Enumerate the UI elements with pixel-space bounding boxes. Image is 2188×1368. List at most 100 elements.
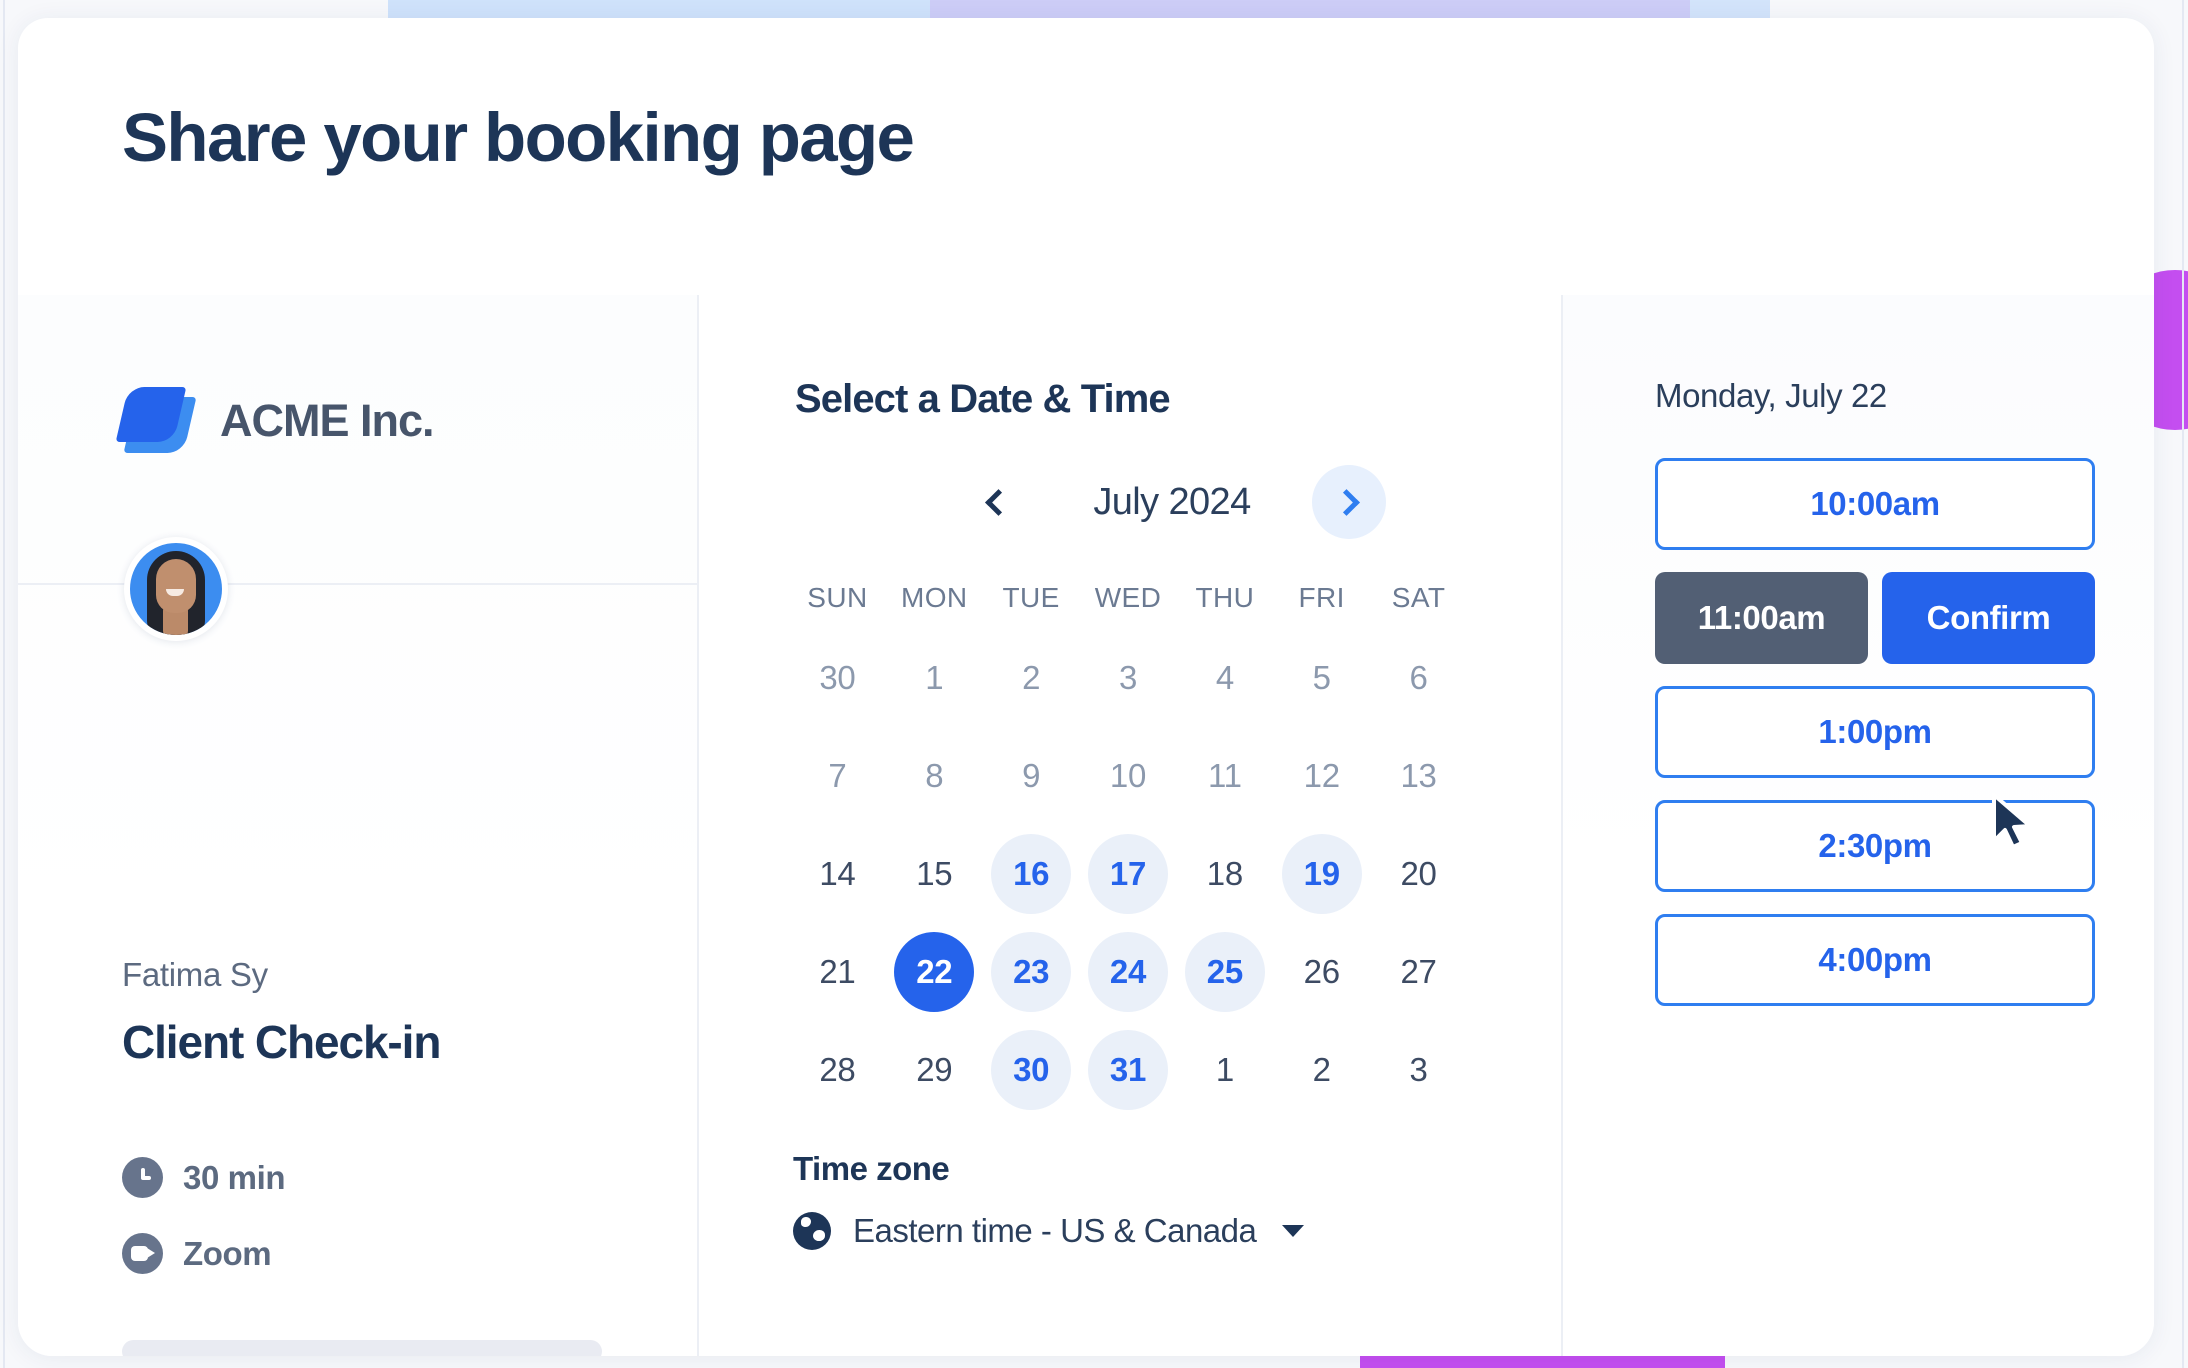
calendar-cell: 31 [1080,1021,1177,1119]
skeleton-line [122,1340,602,1356]
booking-page-card: Share your booking page ACME Inc. Fatima… [18,18,2154,1356]
date-time-panel: Select a Date & Time July 2024 SUN MON TUE… [699,295,1561,1356]
booking-columns: ACME Inc. Fatima Sy Client Check-in 30 m… [18,295,2154,1356]
calendar-day-unavailable: 14 [797,834,877,914]
avatar [124,537,228,641]
event-details-panel: ACME Inc. Fatima Sy Client Check-in 30 m… [18,295,697,1356]
calendar-cell: 1 [1176,1021,1273,1119]
calendar-day-unavailable: 12 [1282,736,1362,816]
calendar-day-unavailable: 9 [991,736,1071,816]
host-name: Fatima Sy [122,956,268,993]
calendar-cell: 13 [1370,727,1467,825]
clock-icon [122,1157,163,1198]
calendar-day-unavailable: 28 [797,1030,877,1110]
calendar-day-unavailable: 15 [894,834,974,914]
calendar-cell: 14 [789,825,886,923]
calendar-cell: 30 [983,1021,1080,1119]
calendar-day-available[interactable]: 25 [1184,932,1265,1012]
calendar-cell: 22 [886,923,983,1021]
calendar-day-available[interactable]: 31 [1087,1030,1168,1110]
day-of-week-header: THU [1195,582,1255,613]
video-camera-icon [122,1233,163,1274]
brand-name: ACME Inc. [220,395,435,446]
backdrop-edge-right [2182,0,2184,1368]
description-placeholder [122,1340,602,1356]
calendar-cell: 12 [1273,727,1370,825]
timezone-label: Time zone [793,1150,950,1187]
calendar-cell: 3 [1080,629,1177,727]
calendar-day-unavailable: 13 [1379,736,1459,816]
time-slot-button[interactable]: 2:30pm [1655,800,2095,892]
timezone-select[interactable]: Eastern time - US & Canada [793,1212,1305,1250]
calendar-cell: 21 [789,923,886,1021]
day-of-week-header: FRI [1298,582,1345,613]
day-of-week-header: WED [1094,582,1162,613]
time-slot-confirm-row: 11:00am Confirm [1655,572,2095,664]
confirm-button[interactable]: Confirm [1882,572,2095,664]
calendar-day-unavailable: 29 [894,1030,974,1110]
event-title: Client Check-in [122,1016,441,1068]
calendar-cell: 8 [886,727,983,825]
calendar-day-available[interactable]: 19 [1281,834,1362,914]
calendar-day-unavailable: 7 [797,736,877,816]
time-slot-button[interactable]: 1:00pm [1655,686,2095,778]
event-location-row: Zoom [122,1233,272,1274]
calendar-day-unavailable: 3 [1088,638,1168,718]
calendar-cell: 18 [1176,825,1273,923]
calendar-cell: 28 [789,1021,886,1119]
calendar-cell: 4 [1176,629,1273,727]
calendar-day-unavailable: 2 [991,638,1071,718]
calendar-cell: 9 [983,727,1080,825]
time-slot-selected[interactable]: 11:00am [1655,572,1868,664]
calendar-day-unavailable: 5 [1282,638,1362,718]
calendar-day-available[interactable]: 30 [991,1030,1072,1110]
prev-month-button[interactable] [958,465,1032,539]
timezone-value: Eastern time - US & Canada [853,1212,1257,1249]
calendar-day-unavailable: 20 [1379,834,1459,914]
calendar-cell: 2 [983,629,1080,727]
chevron-right-icon [1332,488,1360,516]
calendar-cell: 25 [1176,923,1273,1021]
calendar-day-available[interactable]: 22 [894,932,975,1012]
calendar-cell: 11 [1176,727,1273,825]
event-duration-label: 30 min [183,1158,286,1196]
calendar-cell: 29 [886,1021,983,1119]
brand-block: ACME Inc. [115,385,435,457]
caret-down-icon [1282,1225,1305,1237]
chevron-left-icon [984,488,1012,516]
calendar-cell: 30 [789,629,886,727]
time-slot-button[interactable]: 10:00am [1655,458,2095,550]
calendar-day-unavailable: 21 [797,932,877,1012]
day-of-week-header: MON [901,582,968,613]
event-duration-row: 30 min [122,1157,286,1198]
calendar-heading: Select a Date & Time [795,377,1171,421]
calendar-cell: 10 [1080,727,1177,825]
calendar-day-unavailable: 2 [1282,1030,1362,1110]
calendar-day-available[interactable]: 17 [1087,834,1168,914]
time-slot-button[interactable]: 4:00pm [1655,914,2095,1006]
next-month-button[interactable] [1312,465,1386,539]
calendar-day-unavailable: 30 [797,638,877,718]
day-of-week-header: SUN [807,582,868,613]
calendar-cell: 1 [886,629,983,727]
calendar-cell: 26 [1273,923,1370,1021]
calendar-cell: 17 [1080,825,1177,923]
calendar-cell: 24 [1080,923,1177,1021]
calendar-cell: 5 [1273,629,1370,727]
day-of-week-header: SAT [1391,582,1446,613]
time-slots-panel: Monday, July 22 10:00am 11:00am Confirm 1:0… [1563,295,2154,1356]
acme-diamond-logo-icon [115,385,197,457]
selected-date-label: Monday, July 22 [1655,377,1887,414]
calendar-day-available[interactable]: 23 [991,932,1072,1012]
calendar-day-unavailable: 10 [1088,736,1168,816]
calendar-day-available[interactable]: 24 [1087,932,1168,1012]
calendar-day-unavailable: 1 [894,638,974,718]
month-label: July 2024 [1093,480,1251,523]
calendar-day-available[interactable]: 16 [991,834,1072,914]
calendar-cell: 7 [789,727,886,825]
calendar-day-unavailable: 11 [1185,736,1265,816]
month-navigation: July 2024 [887,465,1457,539]
calendar-grid: SUN MON TUE WED THU FRI SAT 30 1 2 3 4 5 6 7 8 9 10 11 12 13… [789,567,1467,1119]
calendar-day-unavailable: 26 [1282,932,1362,1012]
backdrop-edge-left [3,0,5,1368]
